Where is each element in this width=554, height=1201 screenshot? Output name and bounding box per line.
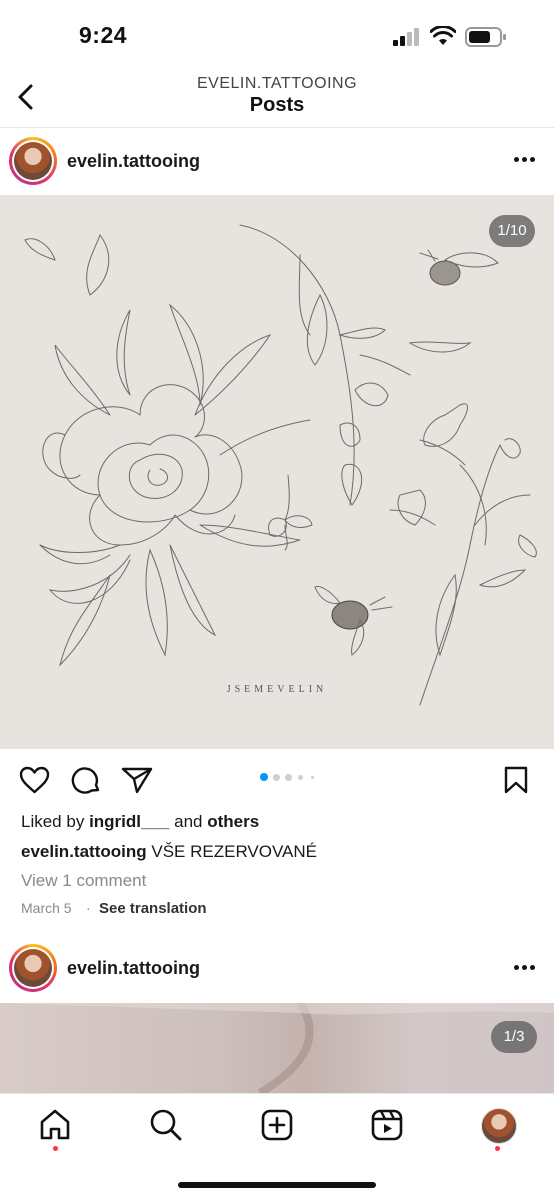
reels-icon[interactable] xyxy=(370,1108,404,1142)
liked-by-user-link[interactable]: ingridl___ xyxy=(89,812,169,831)
post-date: March 5 xyxy=(21,900,72,916)
likes-summary: Liked by ingridl___ and others xyxy=(21,812,259,832)
profile-avatar-tab[interactable] xyxy=(481,1108,517,1144)
post-image[interactable] xyxy=(0,1003,554,1093)
more-options-button[interactable] xyxy=(514,157,538,165)
share-send-icon[interactable] xyxy=(121,766,153,794)
post-avatar[interactable] xyxy=(9,137,57,185)
home-notification-dot xyxy=(53,1146,58,1151)
post-avatar[interactable] xyxy=(9,944,57,992)
post-image[interactable]: JSEMEVELIN xyxy=(0,195,554,749)
image-counter-badge: 1/10 xyxy=(489,215,535,247)
date-separator: · xyxy=(86,900,91,916)
post-caption: evelin.tattooing VŠE REZERVOVANÉ xyxy=(21,842,317,862)
likes-others-link[interactable]: others xyxy=(207,812,259,831)
page-title: Posts xyxy=(249,94,305,116)
wifi-icon xyxy=(430,26,456,45)
post-username[interactable]: evelin.tattooing xyxy=(67,958,200,979)
header-divider xyxy=(0,127,554,128)
artist-watermark: JSEMEVELIN xyxy=(226,684,328,695)
carousel-dot xyxy=(285,774,292,781)
caption-username[interactable]: evelin.tattooing xyxy=(21,842,147,861)
carousel-dot xyxy=(273,774,280,781)
caption-text: VŠE REZERVOVANÉ xyxy=(151,842,318,861)
comment-icon[interactable] xyxy=(71,765,101,795)
botanical-sketch-illustration xyxy=(24,224,537,706)
create-post-icon[interactable] xyxy=(260,1108,294,1142)
save-bookmark-icon[interactable] xyxy=(503,766,529,794)
carousel-indicator xyxy=(258,773,318,781)
header-username: EVELIN.TATTOOING xyxy=(196,75,358,92)
see-translation-link[interactable]: See translation xyxy=(99,900,207,917)
image-counter-badge: 1/3 xyxy=(491,1021,537,1053)
more-options-button[interactable] xyxy=(514,965,538,973)
likes-prefix: Liked by xyxy=(21,812,85,831)
post-username[interactable]: evelin.tattooing xyxy=(67,151,200,172)
carousel-dot-active xyxy=(260,773,268,781)
view-comments-link[interactable]: View 1 comment xyxy=(21,871,146,891)
cellular-signal-icon xyxy=(393,28,419,46)
status-time: 9:24 xyxy=(79,22,128,48)
battery-icon xyxy=(465,27,506,47)
home-indicator[interactable] xyxy=(178,1182,376,1188)
profile-notification-dot xyxy=(495,1146,500,1151)
likes-and: and xyxy=(174,812,203,831)
search-icon[interactable] xyxy=(149,1108,183,1142)
carousel-dot xyxy=(298,775,303,780)
carousel-dot xyxy=(311,776,314,779)
home-icon[interactable] xyxy=(38,1108,72,1142)
like-heart-icon[interactable] xyxy=(19,766,50,794)
